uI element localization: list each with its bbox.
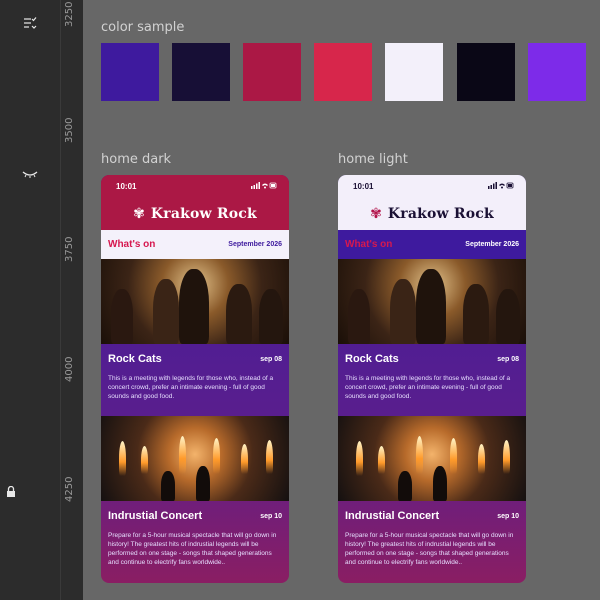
color-swatch[interactable] bbox=[314, 43, 372, 101]
phone-frame-dark[interactable]: 10:01 ✾ Krakow Rock What's on September … bbox=[101, 175, 289, 583]
event-card[interactable]: Indrustial Concert sep 10 Prepare for a … bbox=[338, 501, 526, 573]
event-card[interactable]: Rock Cats sep 08 This is a meeting with … bbox=[101, 344, 289, 416]
color-sample-label: color sample bbox=[101, 20, 185, 35]
event-photo-rock-band[interactable] bbox=[338, 259, 526, 344]
status-icons bbox=[488, 181, 514, 191]
status-icons bbox=[251, 181, 277, 191]
flower-logo-icon: ✾ bbox=[370, 205, 382, 221]
flower-logo-icon: ✾ bbox=[133, 205, 145, 221]
event-card[interactable]: Rock Cats sep 08 This is a meeting with … bbox=[338, 344, 526, 416]
design-canvas[interactable]: color sample home dark home light 10:01 … bbox=[83, 0, 600, 600]
eye-closed-icon[interactable] bbox=[22, 168, 38, 182]
whats-on-title: What's on bbox=[345, 239, 393, 250]
status-bar: 10:01 bbox=[338, 175, 526, 197]
status-bar: 10:01 bbox=[101, 175, 289, 197]
home-light-label: home light bbox=[338, 152, 408, 167]
month-label: September 2026 bbox=[465, 241, 519, 248]
ruler-label: 3500 bbox=[64, 117, 75, 143]
brand-name: Krakow Rock bbox=[387, 205, 494, 222]
whats-on-bar: What's on September 2026 bbox=[338, 230, 526, 259]
color-swatch[interactable] bbox=[172, 43, 230, 101]
vertical-ruler: 3250 3500 3750 4000 4250 bbox=[60, 0, 83, 600]
event-description: Prepare for a 5-hour musical spectacle t… bbox=[345, 532, 514, 566]
ruler-label: 4000 bbox=[64, 356, 75, 382]
event-date: sep 08 bbox=[497, 355, 519, 363]
whats-on-title: What's on bbox=[108, 239, 156, 250]
event-photo-rock-band[interactable] bbox=[101, 259, 289, 344]
event-description: This is a meeting with legends for those… bbox=[345, 375, 511, 400]
event-date: sep 10 bbox=[260, 512, 282, 520]
home-dark-label: home dark bbox=[101, 152, 172, 167]
color-swatch[interactable] bbox=[457, 43, 515, 101]
color-swatch[interactable] bbox=[528, 43, 586, 101]
event-photo-industrial-concert[interactable] bbox=[338, 416, 526, 501]
color-swatch[interactable] bbox=[385, 43, 443, 101]
event-title: Rock Cats bbox=[108, 353, 162, 365]
event-photo-industrial-concert[interactable] bbox=[101, 416, 289, 501]
event-card[interactable]: Indrustial Concert sep 10 Prepare for a … bbox=[101, 501, 289, 573]
color-swatch[interactable] bbox=[101, 43, 159, 101]
month-label: September 2026 bbox=[228, 241, 282, 248]
event-date: sep 10 bbox=[497, 512, 519, 520]
ruler-label: 3750 bbox=[64, 236, 75, 262]
whats-on-bar: What's on September 2026 bbox=[101, 230, 289, 259]
app-header: ✾ Krakow Rock bbox=[338, 197, 526, 230]
list-check-icon[interactable] bbox=[23, 16, 37, 33]
ruler-label: 3250 bbox=[64, 1, 75, 27]
left-toolbar bbox=[0, 0, 60, 600]
lock-icon[interactable] bbox=[6, 485, 16, 500]
event-date: sep 08 bbox=[260, 355, 282, 363]
event-description: This is a meeting with legends for those… bbox=[108, 375, 274, 400]
event-title: Rock Cats bbox=[345, 353, 399, 365]
event-title: Indrustial Concert bbox=[345, 510, 440, 522]
event-title: Indrustial Concert bbox=[108, 510, 203, 522]
status-time: 10:01 bbox=[116, 181, 137, 191]
brand-name: Krakow Rock bbox=[150, 205, 257, 222]
phone-frame-light[interactable]: 10:01 ✾ Krakow Rock What's on September … bbox=[338, 175, 526, 583]
ruler-label: 4250 bbox=[64, 476, 75, 502]
event-description: Prepare for a 5-hour musical spectacle t… bbox=[108, 532, 277, 566]
status-time: 10:01 bbox=[353, 181, 374, 191]
color-swatch[interactable] bbox=[243, 43, 301, 101]
app-header: ✾ Krakow Rock bbox=[101, 197, 289, 230]
